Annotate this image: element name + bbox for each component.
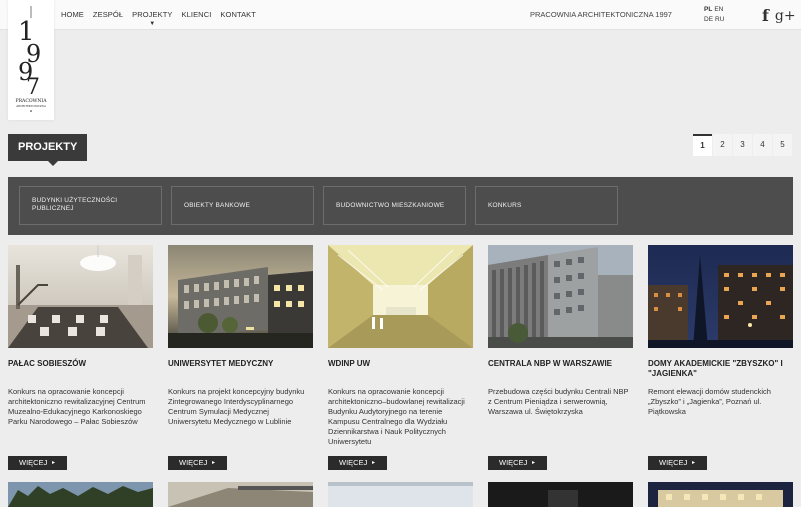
- logo[interactable]: 1 9 9 7 PRACOWNIA ARCHITEKTONICZNA: [8, 0, 54, 120]
- google-plus-icon[interactable]: g+: [775, 8, 796, 24]
- project-image-palac[interactable]: [8, 245, 153, 348]
- description-fade: [8, 437, 153, 451]
- category-label: BUDOWNICTWO MIESZKANIOWE: [336, 202, 445, 209]
- project-image-wdinp[interactable]: [328, 245, 473, 348]
- facebook-icon[interactable]: f: [762, 6, 769, 25]
- project-title[interactable]: DOMY AKADEMICKIE "ZBYSZKO" I "JAGIENKA": [648, 359, 793, 387]
- project-title[interactable]: CENTRALA NBP W WARSZAWIE: [488, 359, 633, 387]
- page: HOME ZESPÓŁ PROJEKTY ▼ KLIENCI KONTAKT PR…: [0, 0, 801, 507]
- project-image-row2-2[interactable]: [168, 482, 313, 507]
- category-obiekty-bankowe[interactable]: OBIEKTY BANKOWE: [171, 186, 314, 225]
- more-button[interactable]: WIĘCEJ: [8, 456, 67, 470]
- nav-zespol[interactable]: ZESPÓŁ: [93, 10, 123, 19]
- project-title[interactable]: WDINP UW: [328, 359, 473, 387]
- caret-down-icon: ▼: [149, 21, 156, 27]
- logo-wordmark: PRACOWNIA: [15, 98, 47, 104]
- more-button[interactable]: WIĘCEJ: [168, 456, 227, 470]
- project-card: UNIWERSYTET MEDYCZNY Konkurs na projekt …: [168, 245, 313, 455]
- project-image-uniwersytet[interactable]: [168, 245, 313, 348]
- project-description: Konkurs na opracowanie koncepcji archite…: [328, 387, 465, 446]
- nav-klienci[interactable]: KLIENCI: [182, 10, 212, 19]
- category-budynki[interactable]: BUDYNKI UŻYTECZNOŚCI PUBLICZNEJ: [19, 186, 162, 225]
- project-image-row2-5[interactable]: [648, 482, 793, 507]
- category-bar: BUDYNKI UŻYTECZNOŚCI PUBLICZNEJ OBIEKTY …: [8, 177, 793, 235]
- pagination: 1 2 3 4 5: [693, 134, 792, 156]
- nav-projekty[interactable]: PROJEKTY ▼: [132, 10, 173, 27]
- language-switcher: PL EN DE RU: [704, 5, 728, 25]
- project-image-row2-4[interactable]: [488, 482, 633, 507]
- project-card: DOMY AKADEMICKIE "ZBYSZKO" I "JAGIENKA" …: [648, 245, 793, 455]
- logo-digit-4: 7: [26, 75, 40, 100]
- project-title[interactable]: UNIWERSYTET MEDYCZNY: [168, 359, 313, 387]
- lang-en[interactable]: EN: [714, 6, 723, 13]
- project-image-row2-1[interactable]: [8, 482, 153, 507]
- nav-home[interactable]: HOME: [61, 10, 84, 19]
- project-image-row2-3[interactable]: [328, 482, 473, 507]
- category-label: KONKURS: [488, 202, 522, 209]
- lang-ru[interactable]: RU: [715, 16, 724, 23]
- page-1[interactable]: 1: [693, 134, 712, 156]
- nav-projekty-label: PROJEKTY: [132, 10, 173, 19]
- section-title: PROJEKTY: [8, 134, 88, 166]
- more-button[interactable]: WIĘCEJ: [488, 456, 547, 470]
- top-bar: HOME ZESPÓŁ PROJEKTY ▼ KLIENCI KONTAKT PR…: [0, 0, 801, 30]
- category-budownictwo[interactable]: BUDOWNICTWO MIESZKANIOWE: [323, 186, 466, 225]
- category-label: OBIEKTY BANKOWE: [184, 202, 251, 209]
- page-5[interactable]: 5: [773, 134, 792, 156]
- more-button[interactable]: WIĘCEJ: [328, 456, 387, 470]
- project-title[interactable]: PAŁAC SOBIESZÓW: [8, 359, 153, 387]
- lang-de[interactable]: DE: [704, 16, 713, 23]
- project-description: Przebudowa części budynku Centrali NBP z…: [488, 387, 629, 416]
- nav-kontakt[interactable]: KONTAKT: [220, 10, 256, 19]
- lang-pl[interactable]: PL: [704, 6, 712, 13]
- project-card: PAŁAC SOBIESZÓW Konkurs na opracowanie k…: [8, 245, 153, 455]
- project-image-nbp[interactable]: [488, 245, 633, 348]
- logo-submark: ARCHITEKTONICZNA: [15, 104, 46, 108]
- more-button[interactable]: WIĘCEJ: [648, 456, 707, 470]
- project-image-domy[interactable]: [648, 245, 793, 348]
- description-fade: [168, 437, 313, 451]
- category-konkurs[interactable]: KONKURS: [475, 186, 618, 225]
- project-card: CENTRALA NBP W WARSZAWIE Przebudowa częś…: [488, 245, 633, 455]
- page-3[interactable]: 3: [733, 134, 752, 156]
- page-2[interactable]: 2: [713, 134, 732, 156]
- page-4[interactable]: 4: [753, 134, 772, 156]
- category-label: BUDYNKI UŻYTECZNOŚCI: [32, 197, 118, 204]
- category-label: PUBLICZNEJ: [32, 205, 74, 212]
- project-card: WDINP UW Konkurs na opracowanie koncepcj…: [328, 245, 473, 455]
- tagline: PRACOWNIA ARCHITEKTONICZNA 1997: [530, 10, 672, 19]
- main-nav: HOME ZESPÓŁ PROJEKTY ▼ KLIENCI KONTAKT: [61, 10, 265, 27]
- social-links: f g+: [762, 6, 796, 25]
- project-description: Remont elewacji domów studenckich „Zbysz…: [648, 387, 771, 416]
